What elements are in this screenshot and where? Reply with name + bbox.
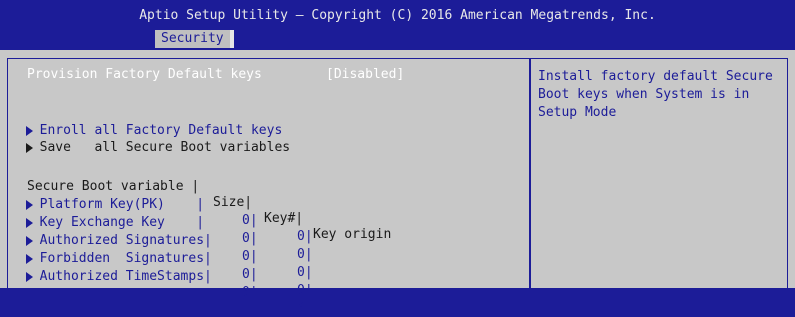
enroll-factory-keys-item[interactable]: Enroll all Factory Default keys — [10, 107, 282, 138]
save-secure-boot-vars-label: Save all Secure Boot variables — [39, 140, 291, 155]
title-bar: Aptio Setup Utility – Copyright (C) 2016… — [0, 0, 795, 48]
submenu-arrow-icon — [25, 271, 33, 282]
help-text: Install factory default Secure Boot keys… — [538, 69, 781, 120]
help-divider — [529, 58, 531, 288]
submenu-arrow-icon — [25, 142, 33, 153]
table-row[interactable]: Key Exchange Key | 0| 0| — [10, 199, 510, 262]
provision-factory-keys-value[interactable]: [Disabled] — [326, 67, 404, 83]
row-key-count: 0| — [297, 301, 313, 316]
row-size: 0| — [242, 285, 258, 300]
row-key-count: 0| — [297, 283, 313, 298]
row-variable-name: Authorized TimeStamps| — [39, 269, 212, 284]
table-header: Secure Boot variable | Size| Key#| Key o… — [27, 163, 527, 242]
row-size: 0| — [242, 267, 258, 282]
utility-title: Aptio Setup Utility – Copyright (C) 2016… — [139, 8, 656, 23]
table-row[interactable]: Authorized Signatures| 0| 0| — [10, 217, 510, 280]
table-row[interactable]: Platform Key(PK) | 0| 0| — [10, 181, 510, 244]
tab-security[interactable]: Security — [155, 30, 234, 48]
table-row[interactable]: Forbidden Signatures| 0| 0| — [10, 235, 510, 298]
save-secure-boot-vars-item[interactable]: Save all Secure Boot variables — [10, 124, 290, 155]
table-row[interactable]: Authorized TimeStamps| 0| 0| — [10, 253, 510, 316]
provision-factory-keys-label[interactable]: Provision Factory Default keys — [27, 67, 262, 83]
